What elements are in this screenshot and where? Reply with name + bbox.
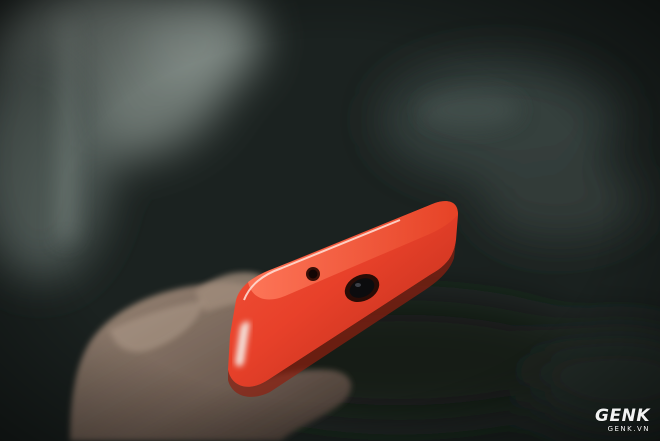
vignette — [0, 0, 660, 441]
photo-scene: GENK GENK.VN — [0, 0, 660, 441]
genk-watermark: GENK GENK.VN — [595, 408, 650, 433]
watermark-domain: GENK.VN — [607, 425, 650, 433]
photo-canvas — [0, 0, 660, 441]
watermark-brand: GENK — [595, 406, 650, 426]
